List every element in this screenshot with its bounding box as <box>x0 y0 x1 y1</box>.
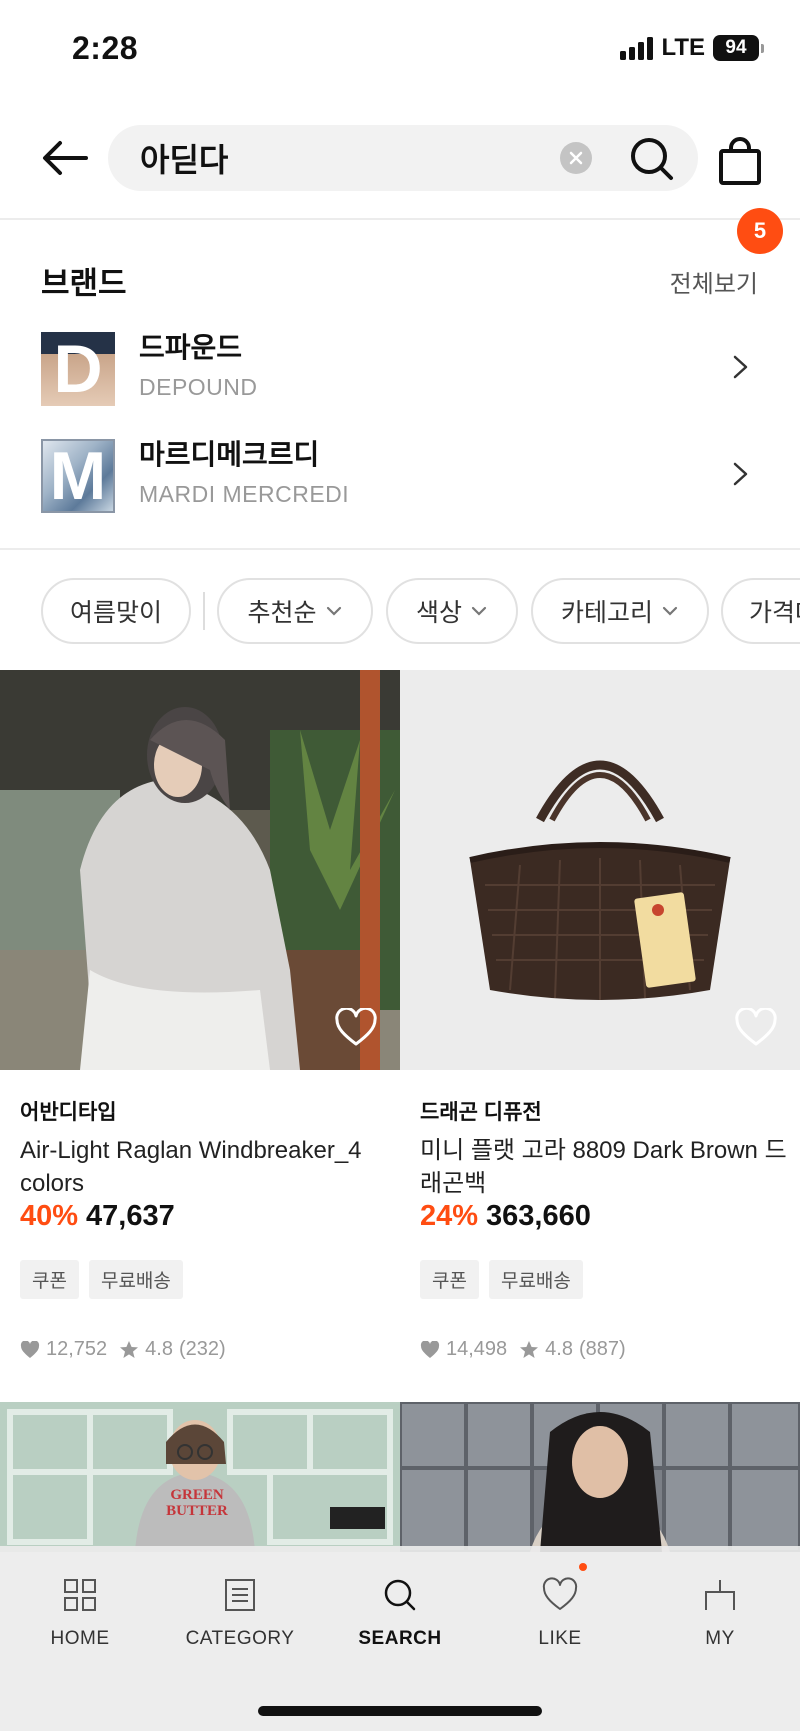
search-input[interactable] <box>140 125 520 191</box>
user-icon <box>705 1580 735 1610</box>
bottom-nav: HOME CATEGORY SEARCH LIKE MY <box>0 1546 800 1731</box>
chevron-down-icon <box>662 606 678 616</box>
product-tags: 쿠폰 무료배송 <box>20 1260 183 1299</box>
brand-item[interactable]: M 마르디메크르디 MARDI MERCREDI <box>0 439 800 539</box>
brand-name-en: DEPOUND <box>139 374 258 400</box>
chevron-right-icon <box>733 462 748 486</box>
nav-label: MY <box>705 1628 735 1649</box>
chevron-down-icon <box>326 606 341 616</box>
brand-name-ko: 마르디메크르디 <box>139 439 320 470</box>
product-photo <box>400 1402 800 1552</box>
search-header: 5 <box>0 100 800 254</box>
product-stats: 12,752 4.8 (232) <box>20 1338 226 1361</box>
status-time: 2:28 <box>72 30 139 66</box>
nav-label: CATEGORY <box>185 1628 295 1649</box>
close-icon <box>569 151 583 165</box>
grid-icon <box>64 1579 96 1611</box>
brand-name-en: MARDI MERCREDI <box>139 481 350 507</box>
star-icon <box>120 1340 139 1358</box>
nav-search[interactable]: SEARCH <box>320 1576 480 1650</box>
coupon-tag: 쿠폰 <box>20 1260 79 1299</box>
product-name[interactable]: Air-Light Raglan Windbreaker_4 colors <box>20 1134 390 1200</box>
filter-chip-price[interactable]: 가격대 <box>721 578 800 644</box>
cart-button[interactable] <box>716 136 764 186</box>
status-bar: 2:28 LTE 94 <box>0 0 800 100</box>
price: 47,637 <box>86 1200 175 1232</box>
list-icon <box>225 1579 255 1611</box>
product-image[interactable]: GREEN BUTTER <box>0 1402 400 1552</box>
see-all-link[interactable]: 전체보기 <box>670 264 758 299</box>
search-box <box>108 125 698 191</box>
section-title: 브랜드 <box>41 266 127 301</box>
network-type: LTE <box>661 34 705 61</box>
product-photo <box>0 1402 400 1552</box>
product-card[interactable]: 어반디타입 Air-Light Raglan Windbreaker_4 col… <box>0 670 400 1370</box>
filter-chip-color[interactable]: 색상 <box>386 578 518 644</box>
product-tags: 쿠폰 무료배송 <box>420 1260 583 1299</box>
search-icon <box>631 138 673 180</box>
brand-section: 브랜드 전체보기 D 드파운드 DEPOUND M 마르디메크르디 MARDI … <box>0 222 800 550</box>
nav-category[interactable]: CATEGORY <box>160 1576 320 1650</box>
price: 363,660 <box>486 1200 591 1232</box>
product-image[interactable] <box>400 670 800 1070</box>
price-row: 40% 47,637 <box>20 1200 175 1233</box>
shirt-print: GREEN BUTTER <box>166 1487 228 1519</box>
home-indicator <box>258 1706 542 1716</box>
free-shipping-tag: 무료배송 <box>88 1260 183 1299</box>
divider <box>203 592 205 630</box>
product-image[interactable] <box>400 1402 800 1552</box>
price-row: 24% 363,660 <box>420 1200 591 1233</box>
product-name[interactable]: 미니 플랫 고라 8809 Dark Brown 드래곤백 <box>420 1134 790 1200</box>
brand-logo: M <box>41 439 115 513</box>
heart-filled-icon <box>420 1340 440 1358</box>
nav-label: SEARCH <box>358 1628 442 1649</box>
like-count: 12,752 <box>46 1338 108 1360</box>
shopping-bag-icon <box>719 137 761 185</box>
rating: 4.8 <box>545 1338 573 1360</box>
chevron-down-icon <box>471 606 487 616</box>
nav-label: HOME <box>50 1628 110 1649</box>
nav-home[interactable]: HOME <box>0 1576 160 1650</box>
review-count: (232) <box>178 1338 226 1360</box>
product-brand: 드래곤 디퓨전 <box>420 1101 542 1124</box>
filter-chip-sort[interactable]: 추천순 <box>217 578 373 644</box>
arrow-left-icon <box>43 141 88 175</box>
free-shipping-tag: 무료배송 <box>488 1260 583 1299</box>
heart-filled-icon <box>20 1340 40 1358</box>
coupon-tag: 쿠폰 <box>420 1260 479 1299</box>
nav-my[interactable]: MY <box>640 1576 800 1650</box>
brand-item[interactable]: D 드파운드 DEPOUND <box>0 332 800 432</box>
notification-dot <box>579 1563 587 1571</box>
nav-label: LIKE <box>538 1628 582 1649</box>
review-count: (887) <box>578 1338 626 1360</box>
rating: 4.8 <box>145 1338 173 1360</box>
like-count: 14,498 <box>446 1338 508 1360</box>
search-button[interactable] <box>628 135 676 183</box>
nav-like[interactable]: LIKE <box>480 1576 640 1650</box>
product-stats: 14,498 4.8 (887) <box>420 1338 626 1361</box>
battery-level: 94 <box>713 35 759 61</box>
product-brand: 어반디타입 <box>20 1101 117 1124</box>
heart-icon[interactable] <box>734 1008 778 1048</box>
heart-icon[interactable] <box>334 1008 378 1048</box>
signal-icon <box>620 36 654 60</box>
status-indicators: LTE 94 <box>620 34 764 62</box>
search-icon <box>384 1579 416 1611</box>
discount-rate: 24% <box>420 1200 479 1232</box>
filter-chip-summer[interactable]: 여름맞이 <box>41 578 191 644</box>
filter-chip-category[interactable]: 카테고리 <box>531 578 709 644</box>
battery-icon: 94 <box>713 35 764 61</box>
brand-name-ko: 드파운드 <box>139 332 243 363</box>
discount-rate: 40% <box>20 1200 79 1232</box>
back-button[interactable] <box>38 130 94 186</box>
chevron-right-icon <box>733 355 748 379</box>
product-image[interactable] <box>0 670 400 1070</box>
clear-search-button[interactable] <box>560 142 592 174</box>
product-card[interactable]: 드래곤 디퓨전 미니 플랫 고라 8809 Dark Brown 드래곤백 24… <box>400 670 800 1370</box>
brand-logo: D <box>41 332 115 406</box>
star-icon <box>520 1340 539 1358</box>
heart-icon <box>542 1577 578 1610</box>
filter-bar: 여름맞이 추천순 색상 카테고리 가격대 <box>0 552 800 670</box>
